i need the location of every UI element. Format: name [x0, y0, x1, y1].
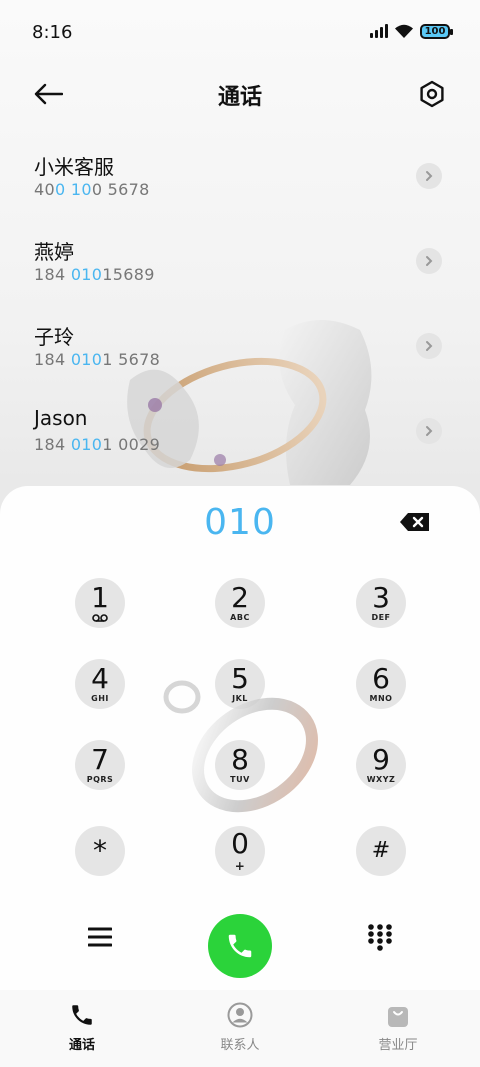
header: 通话: [0, 64, 480, 124]
key-5[interactable]: 5 JKL: [215, 659, 265, 709]
contact-name: 子玲: [34, 325, 74, 349]
chevron-right-icon: [426, 171, 433, 181]
contact-detail-button[interactable]: [416, 418, 442, 444]
contact-list: 小米客服 400 100 5678 燕婷 184 01015689 子玲 184…: [0, 135, 480, 475]
contact-item[interactable]: 小米客服 400 100 5678: [0, 135, 480, 220]
call-button[interactable]: [208, 914, 272, 978]
status-bar: 8:16 100: [0, 0, 480, 64]
tab-calls[interactable]: 通话: [42, 1002, 122, 1058]
contact-item[interactable]: 燕婷 184 01015689: [0, 220, 480, 305]
key-4[interactable]: 4 GHI: [75, 659, 125, 709]
contact-number: 184 01015689: [34, 265, 155, 284]
bottom-nav: 通话 联系人 营业厅: [0, 990, 480, 1067]
settings-button[interactable]: [414, 76, 450, 112]
dialpad-icon: [368, 924, 392, 951]
contact-number: 184 0101 5678: [34, 350, 161, 369]
status-icons: 100: [370, 23, 453, 39]
chevron-right-icon: [426, 426, 433, 436]
menu-button[interactable]: [84, 921, 116, 953]
contact-detail-button[interactable]: [416, 333, 442, 359]
phone-icon: [228, 934, 252, 958]
tab-contacts-label: 联系人: [220, 1038, 260, 1053]
tab-calls-label: 通话: [68, 1038, 95, 1053]
chevron-right-icon: [426, 256, 433, 266]
keypad-toggle-button[interactable]: [364, 921, 396, 953]
page-title: 通话: [217, 85, 262, 110]
shopping-bag-icon: [388, 1007, 408, 1027]
backspace-button[interactable]: [398, 510, 432, 534]
contact-number: 184 0101 0029: [34, 435, 161, 454]
settings-icon: [420, 80, 444, 108]
contact-number: 400 100 5678: [34, 180, 150, 199]
key-0[interactable]: 0 +: [215, 826, 265, 876]
dialer-panel: 010 1 2 ABC 3 DEF 4 GHI 5 JKL 6 MNO 7 PQ…: [0, 486, 480, 991]
battery-icon: 100: [420, 23, 453, 39]
key-1[interactable]: 1: [75, 578, 125, 628]
key-3[interactable]: 3 DEF: [356, 578, 406, 628]
backspace-icon: [400, 513, 429, 531]
phone-icon: [72, 1005, 92, 1025]
contact-item[interactable]: 子玲 184 0101 5678: [0, 305, 480, 390]
tab-service-hall[interactable]: 营业厅: [358, 1002, 438, 1058]
tab-contacts[interactable]: 联系人: [200, 1002, 280, 1058]
tab-service-hall-label: 营业厅: [378, 1038, 418, 1053]
contact-item[interactable]: Jason 184 0101 0029: [0, 390, 480, 475]
menu-icon: [88, 927, 112, 947]
key-hash[interactable]: #: [356, 826, 406, 876]
contact-name: 燕婷: [34, 240, 74, 264]
key-2[interactable]: 2 ABC: [215, 578, 265, 628]
contact-name: 小米客服: [34, 155, 114, 179]
key-star[interactable]: *: [75, 826, 125, 876]
contact-detail-button[interactable]: [416, 248, 442, 274]
voicemail-icon: [92, 613, 108, 622]
wifi-icon: [395, 24, 413, 38]
chevron-right-icon: [426, 341, 433, 351]
person-icon: [227, 1002, 253, 1028]
contact-detail-button[interactable]: [416, 163, 442, 189]
key-9[interactable]: 9 WXYZ: [356, 740, 406, 790]
key-7[interactable]: 7 PQRS: [75, 740, 125, 790]
status-time: 8:16: [32, 22, 73, 43]
signal-icon: [370, 24, 388, 38]
contact-name: Jason: [34, 406, 88, 430]
key-8[interactable]: 8 TUV: [215, 740, 265, 790]
key-6[interactable]: 6 MNO: [356, 659, 406, 709]
